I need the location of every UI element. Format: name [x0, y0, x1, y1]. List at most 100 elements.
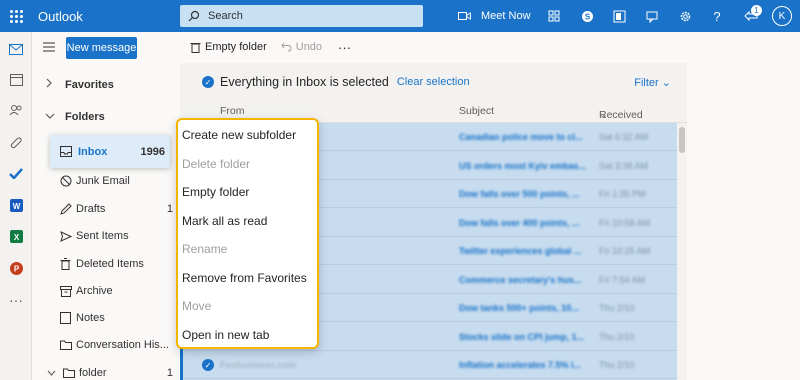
svg-text:P: P: [13, 264, 19, 273]
menu-item-mark-all-as-read[interactable]: Mark all as read: [182, 208, 316, 234]
undo-label: Undo: [295, 41, 323, 53]
word-icon[interactable]: W: [6, 195, 26, 215]
sidebar-item-label: Sent Items: [76, 230, 129, 242]
trash-icon: [59, 258, 72, 271]
trash-icon: [190, 43, 201, 53]
more-options-icon[interactable]: ···: [338, 40, 351, 55]
undo-button[interactable]: Undo: [281, 41, 322, 53]
pencil-icon: [59, 203, 72, 216]
row-date: Thu 2/10: [599, 360, 635, 370]
clear-selection-link[interactable]: Clear selection: [397, 76, 470, 88]
sidebar-item-drafts[interactable]: Drafts 1: [59, 198, 173, 220]
excel-icon[interactable]: X: [6, 226, 26, 246]
scrollbar[interactable]: [677, 123, 687, 380]
row-subject: Commerce secretary's hus...: [459, 274, 582, 285]
folders-section[interactable]: Folders: [45, 111, 105, 123]
video-icon: [458, 12, 471, 20]
empty-folder-label: Empty folder: [205, 41, 267, 53]
row-subject: Stocks slide on CPI jump, 1...: [459, 331, 585, 342]
sidebar-item-count: 1: [166, 203, 173, 215]
apps-grid-icon[interactable]: [538, 0, 570, 32]
sidebar-item-notes[interactable]: Notes: [59, 307, 169, 329]
filter-label: Filter: [634, 76, 659, 89]
table-row[interactable]: ✓ Foxbusiness.com Inflation accelerates …: [180, 351, 677, 379]
sidebar-item-inbox[interactable]: Inbox 1996: [50, 135, 170, 168]
sidebar-item-junk-email[interactable]: Junk Email: [59, 170, 169, 192]
chevron-down-icon: ⌄: [661, 76, 671, 89]
mail-icon[interactable]: [6, 39, 26, 59]
favorites-section[interactable]: Favorites: [45, 78, 114, 91]
folders-label: Folders: [65, 111, 105, 123]
sidebar-item-sent-items[interactable]: Sent Items: [59, 225, 169, 247]
row-date: Fri 1:35 PM: [599, 189, 646, 199]
row-subject: Inflation accelerates 7.5% i...: [459, 360, 582, 370]
search-icon: [188, 10, 200, 22]
more-apps-icon[interactable]: ···: [6, 290, 26, 310]
feedback-icon[interactable]: [636, 0, 668, 32]
sidebar-item-label: Notes: [76, 312, 105, 324]
skype-icon[interactable]: S: [571, 0, 603, 32]
menu-item-empty-folder[interactable]: Empty folder: [182, 179, 316, 205]
menu-item-rename[interactable]: Rename: [182, 236, 316, 262]
sidebar-item-label: Conversation His...: [76, 339, 169, 351]
empty-folder-button[interactable]: Empty folder: [190, 41, 267, 53]
search-box[interactable]: Search: [180, 5, 423, 27]
menu-item-create-new-subfolder[interactable]: Create new subfolder: [182, 122, 316, 148]
filter-button[interactable]: Filter ⌄: [634, 76, 671, 89]
row-subject: Dow falls over 500 points, ...: [459, 189, 580, 199]
help-icon[interactable]: ?: [701, 0, 733, 32]
sidebar-item-label: Archive: [76, 285, 113, 297]
check-circle-icon[interactable]: ✓: [202, 359, 214, 371]
col-subject[interactable]: Subject: [459, 105, 494, 117]
chevron-down-icon: ⌄: [599, 109, 608, 121]
row-subject: US orders most Kyiv embas...: [459, 160, 587, 171]
scrollbar-thumb[interactable]: [679, 127, 685, 153]
check-circle-icon[interactable]: ✓: [202, 76, 214, 88]
favorites-label: Favorites: [65, 78, 114, 91]
row-date: Fri 7:54 AM: [599, 274, 646, 285]
chevron-down-icon: [45, 111, 59, 123]
meet-now-button[interactable]: Meet Now: [458, 0, 531, 32]
avatar[interactable]: K: [772, 6, 792, 26]
sidebar-item-archive[interactable]: Archive: [59, 280, 169, 302]
sidebar-item-label: Drafts: [76, 203, 106, 215]
sidebar-item-folder[interactable]: folder 1: [45, 362, 173, 380]
app-launcher-icon[interactable]: [0, 0, 32, 32]
selection-header: ✓ Everything in Inbox is selected Clear …: [180, 63, 687, 101]
hamburger-icon[interactable]: [43, 41, 55, 55]
block-icon: [59, 175, 72, 188]
calendar-icon[interactable]: [6, 70, 26, 90]
menu-item-remove-from-favorites[interactable]: Remove from Favorites: [182, 265, 316, 291]
row-subject: Dow tanks 500+ points, 10...: [459, 303, 579, 313]
row-date: Thu 2/10: [599, 303, 635, 313]
todo-icon[interactable]: [6, 163, 26, 183]
new-message-button[interactable]: New message: [66, 37, 137, 59]
notifications-icon[interactable]: 1: [735, 0, 767, 32]
row-date: Fri 10:25 AM: [599, 246, 651, 256]
row-subject: Twitter experiences global ...: [459, 246, 582, 256]
inbox-label: Inbox: [78, 145, 108, 158]
search-placeholder: Search: [208, 10, 243, 22]
row-from: Foxbusiness.com: [220, 360, 297, 370]
chevron-right-icon: [45, 78, 59, 91]
row-date: Thu 2/10: [599, 331, 635, 342]
powerpoint-icon[interactable]: P: [6, 258, 26, 278]
top-bar: Outlook Search Meet Now S ? 1 K: [0, 0, 800, 32]
send-icon: [59, 230, 72, 243]
svg-text:S: S: [584, 12, 590, 21]
office-icon[interactable]: [603, 0, 635, 32]
sidebar-item-conversation-history[interactable]: Conversation His...: [59, 334, 169, 356]
settings-gear-icon[interactable]: [669, 0, 701, 32]
sidebar-item-deleted-items[interactable]: Deleted Items: [59, 253, 169, 275]
folder-pane: New message Favorites Folders Inbox 1996…: [33, 32, 180, 380]
svg-text:X: X: [13, 233, 19, 242]
menu-item-move[interactable]: Move: [182, 293, 316, 319]
app-rail: W X P ···: [0, 32, 32, 380]
people-icon[interactable]: [6, 100, 26, 120]
col-from[interactable]: From: [220, 105, 245, 117]
menu-item-open-in-new-tab[interactable]: Open in new tab: [182, 322, 316, 348]
note-icon: [59, 312, 72, 325]
menu-item-delete-folder[interactable]: Delete folder: [182, 151, 316, 177]
inbox-icon: [60, 146, 72, 157]
attach-icon[interactable]: [6, 132, 26, 152]
